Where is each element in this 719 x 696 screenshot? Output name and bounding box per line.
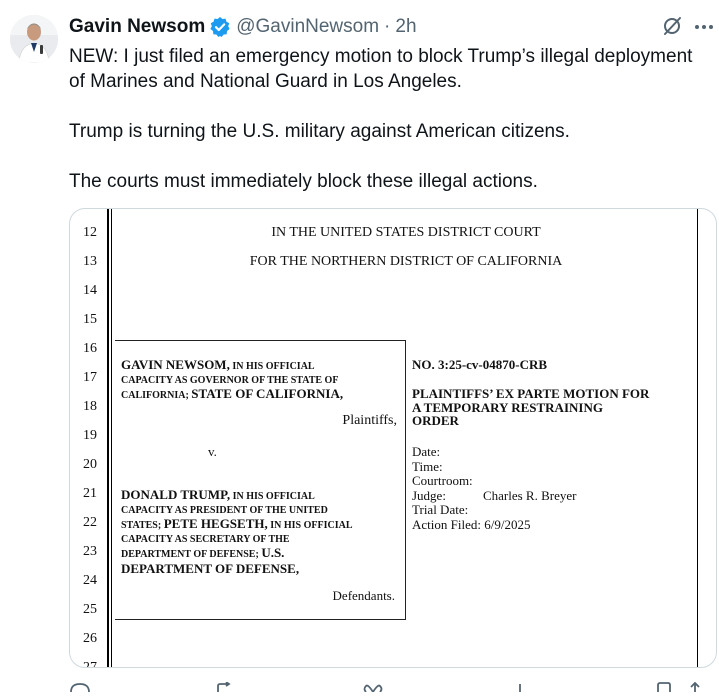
tweet-paragraph: NEW: I just filed an emergency motion to… xyxy=(69,46,693,92)
views-icon[interactable] xyxy=(509,682,531,692)
line-number: 24 xyxy=(83,573,97,588)
defendants-label: Defendants. xyxy=(332,588,395,603)
line-number: 19 xyxy=(83,428,97,443)
line-number: 23 xyxy=(83,544,97,559)
defendant-caption: DONALD TRUMP, IN HIS OFFICIAL CAPACITY A… xyxy=(121,487,353,576)
line-number: 16 xyxy=(83,341,97,356)
court-district: FOR THE NORTHERN DISTRICT OF CALIFORNIA xyxy=(249,254,563,269)
share-icon[interactable] xyxy=(685,682,705,692)
repost-icon[interactable] xyxy=(215,682,239,692)
reply-icon[interactable] xyxy=(69,682,91,692)
court-document: 12 13 14 15 16 17 18 19 20 21 22 23 24 2… xyxy=(70,209,716,667)
timestamp[interactable]: 2h xyxy=(395,16,416,38)
avatar[interactable] xyxy=(10,15,58,63)
line-number: 17 xyxy=(83,370,97,385)
author-name[interactable]: Gavin Newsom xyxy=(69,16,205,38)
verified-badge-icon[interactable] xyxy=(209,16,231,38)
motion-title: PLAINTIFFS’ EX PARTE MOTION FOR A TEMPOR… xyxy=(412,386,650,428)
line-number: 14 xyxy=(83,283,97,298)
author-handle[interactable]: @GavinNewsom xyxy=(236,16,379,38)
tweet-media-image[interactable]: 12 13 14 15 16 17 18 19 20 21 22 23 24 2… xyxy=(69,208,717,668)
tweet-text: NEW: I just filed an emergency motion to… xyxy=(69,44,709,194)
line-number: 22 xyxy=(83,515,97,530)
line-number: 25 xyxy=(83,602,97,617)
bookmark-icon[interactable] xyxy=(655,682,673,692)
case-number: NO. 3:25-cv-04870-CRB xyxy=(412,357,548,372)
more-options-icon[interactable] xyxy=(692,14,716,38)
line-number: 20 xyxy=(83,457,97,472)
margin-line xyxy=(697,209,698,667)
line-number: 26 xyxy=(83,631,97,646)
line-number: 27 xyxy=(83,660,97,668)
margin-line xyxy=(111,209,112,667)
defendant-name: DONALD TRUMP, xyxy=(121,487,231,502)
judge-name: Charles R. Breyer xyxy=(482,487,577,503)
plaintiffs-label: Plaintiffs, xyxy=(342,413,397,428)
grok-icon[interactable] xyxy=(660,14,684,38)
avatar-image xyxy=(10,15,58,63)
line-number: 18 xyxy=(83,399,97,414)
versus-label: v. xyxy=(208,444,217,459)
tweet-header: Gavin Newsom @GavinNewsom · 2h xyxy=(69,14,417,40)
tweet-paragraph: The courts must immediately block these … xyxy=(69,171,538,192)
tweet-paragraph: Trump is turning the U.S. military again… xyxy=(69,121,570,142)
plaintiff-name: GAVIN NEWSOM, xyxy=(121,357,230,372)
line-number: 12 xyxy=(83,225,97,240)
court-name: IN THE UNITED STATES DISTRICT COURT xyxy=(271,225,541,240)
line-number: 13 xyxy=(83,254,97,269)
tweet-actions-bar xyxy=(69,682,709,696)
like-icon[interactable] xyxy=(362,682,384,692)
line-number: 21 xyxy=(83,486,97,501)
dot-separator: · xyxy=(384,16,391,37)
plaintiff-caption: GAVIN NEWSOM, IN HIS OFFICIAL CAPACITY A… xyxy=(121,357,344,401)
line-number: 15 xyxy=(83,312,97,327)
hearing-details: Date: Time: Courtroom: Judge: Charles R. … xyxy=(412,444,577,532)
